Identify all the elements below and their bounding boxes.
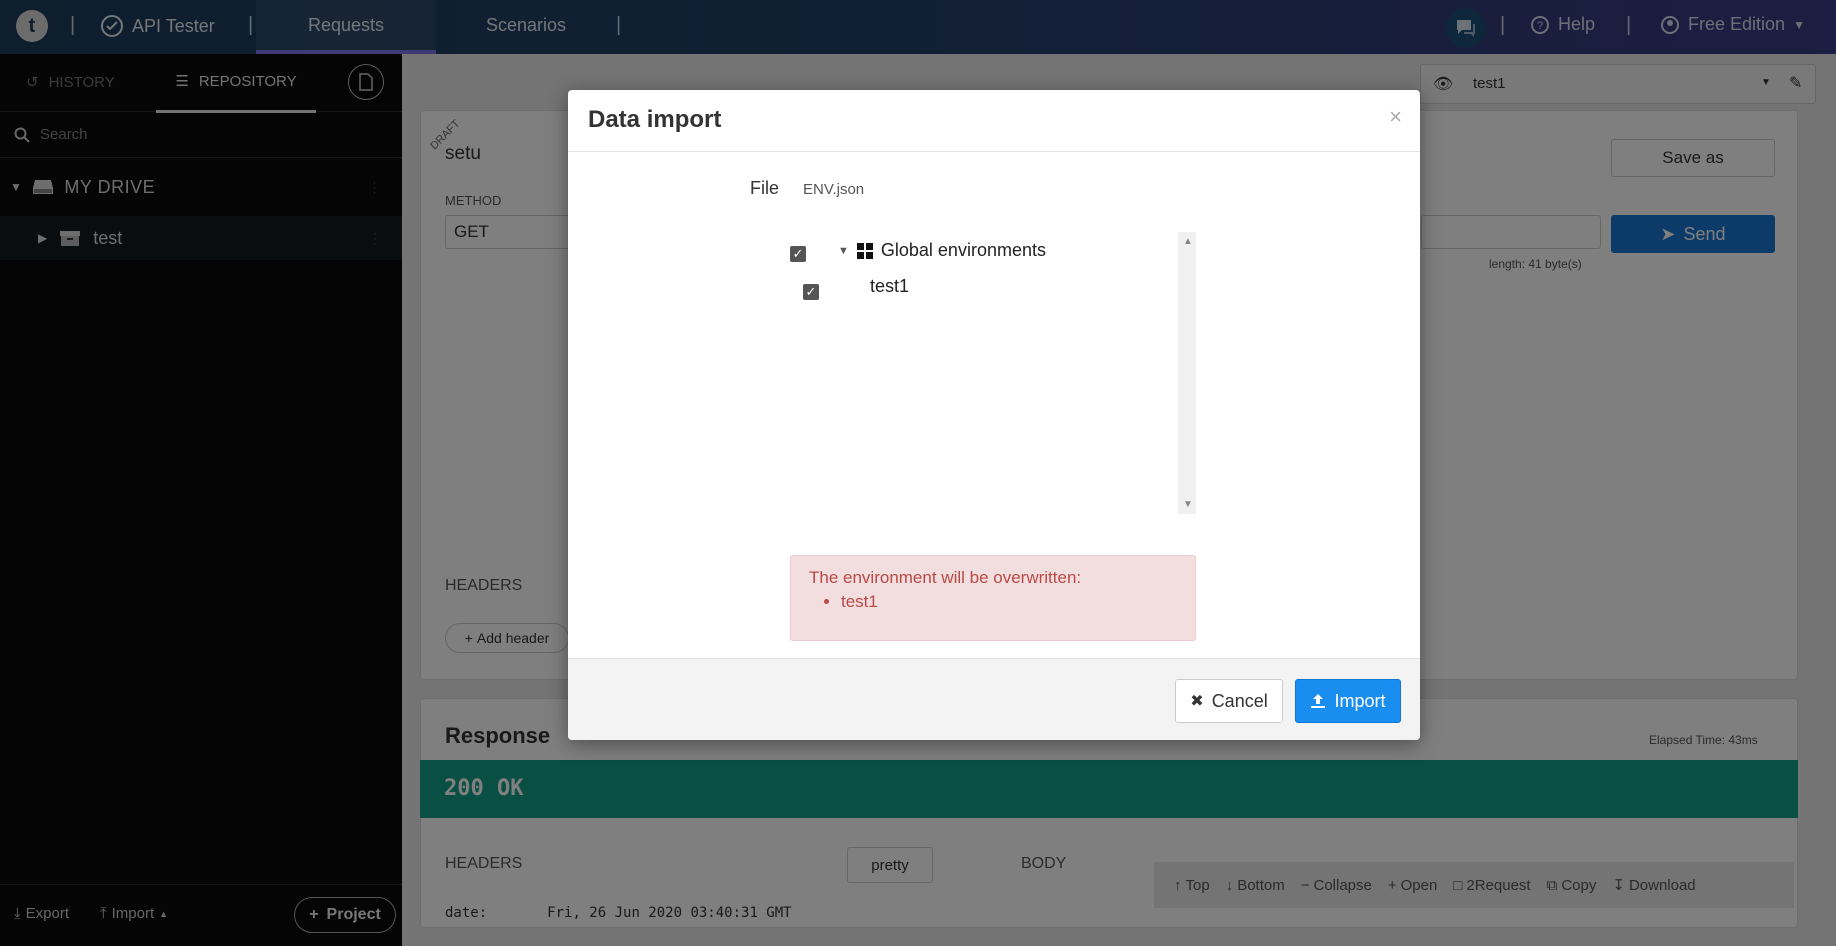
cancel-button[interactable]: ✖ Cancel [1175, 679, 1283, 723]
file-label: File [750, 178, 780, 198]
import-label: Import [1334, 690, 1386, 711]
alert-list: test1 [809, 592, 1177, 612]
alert-text: The environment will be overwritten: [809, 568, 1082, 587]
group-checkbox[interactable]: ✓ [790, 246, 806, 262]
close-icon[interactable]: × [1389, 104, 1402, 130]
scroll-up-icon[interactable]: ▲ [1183, 236, 1193, 247]
cancel-label: Cancel [1211, 690, 1268, 711]
grid-icon [856, 242, 873, 259]
overwrite-alert: The environment will be overwritten: tes… [790, 555, 1196, 641]
import-button[interactable]: Import [1295, 679, 1401, 723]
item-checkbox[interactable]: ✓ [803, 284, 819, 300]
scroll-down-icon[interactable]: ▼ [1183, 499, 1193, 510]
upload-icon [1311, 694, 1326, 708]
dialog-title: Data import [588, 106, 722, 133]
close-icon: ✖ [1190, 693, 1204, 710]
tree-scrollbar[interactable]: ▲ ▼ [1178, 232, 1196, 514]
import-tree: ✓ ▼ Global environments ✓ test1 ▲ ▼ [790, 232, 1196, 514]
tree-item-node[interactable]: test1 [870, 276, 909, 297]
tree-group-label: Global environments [880, 240, 1046, 260]
dialog-header: Data import × [568, 90, 1420, 152]
alert-list-item: test1 [841, 592, 1177, 612]
file-name: ENV.json [803, 181, 865, 198]
tree-item-label: test1 [870, 276, 910, 296]
dialog-footer: ✖ Cancel Import [568, 658, 1420, 740]
tree-group-node[interactable]: ▼ Global environments [838, 240, 1046, 261]
data-import-dialog: Data import × File ENV.json ✓ ▼ Global e… [568, 90, 1420, 740]
caret-down-icon: ▼ [838, 244, 849, 257]
